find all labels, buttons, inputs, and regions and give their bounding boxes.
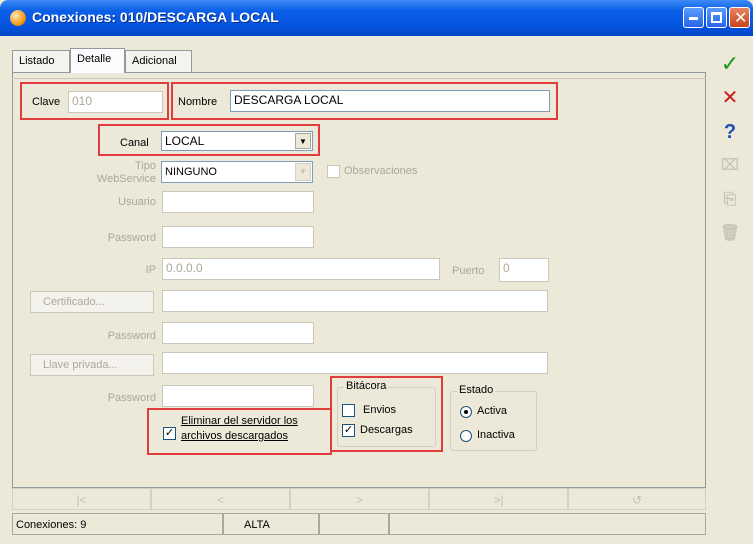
estado-group: Estado	[450, 384, 537, 451]
refresh-button[interactable]: ↺	[568, 488, 706, 510]
window: Conexiones: 010/DESCARGA LOCAL ✕ Listado…	[0, 0, 753, 544]
window-title: Conexiones: 010/DESCARGA LOCAL	[32, 9, 279, 25]
tab-listado[interactable]: Listado	[12, 50, 70, 72]
trash-icon[interactable]: 🗑	[716, 220, 744, 248]
tipo-ws-label-1: Tipo	[135, 160, 156, 172]
inactiva-label: Inactiva	[477, 429, 515, 441]
password1-field[interactable]	[162, 226, 314, 248]
bitacora-title: Bitácora	[344, 380, 389, 392]
close-icon: ✕	[734, 10, 748, 27]
status-count: Conexiones: 9	[12, 513, 223, 535]
maximize-button[interactable]	[706, 7, 727, 28]
status-panel-4	[389, 513, 706, 535]
puerto-field[interactable]: 0	[499, 258, 549, 282]
llave-privada-button[interactable]: Llave privada...	[30, 354, 154, 376]
minimize-icon	[689, 17, 698, 20]
prev-record-button[interactable]: <	[151, 488, 290, 510]
chevron-down-icon[interactable]: ▼	[295, 163, 311, 181]
canal-label: Canal	[120, 137, 149, 149]
bitacora-group: Bitácora	[337, 380, 436, 447]
tab-adicional[interactable]: Adicional	[125, 50, 192, 72]
eliminar-label-line-2: archivos descargados	[181, 430, 289, 442]
nombre-label: Nombre	[178, 96, 218, 108]
ip-field[interactable]: 0.0.0.0	[162, 258, 440, 280]
inactiva-radio[interactable]	[460, 430, 472, 442]
puerto-label: Puerto	[452, 265, 485, 277]
observaciones-label: Observaciones	[344, 165, 418, 177]
password2-field[interactable]	[162, 322, 314, 344]
delete-row-icon[interactable]: ⌧	[716, 152, 744, 180]
x-icon[interactable]: ✕	[716, 84, 744, 112]
tipo-ws-value: NINGUNO	[165, 166, 217, 178]
activa-radio[interactable]	[460, 406, 472, 418]
canal-select[interactable]: LOCAL ▼	[161, 131, 313, 151]
status-bar: Conexiones: 9 ALTA	[12, 513, 706, 535]
password3-field[interactable]	[162, 385, 314, 407]
check-icon[interactable]: ✓	[716, 50, 744, 78]
eliminar-checkbox[interactable]: ✓	[163, 427, 176, 440]
eliminar-label-line-1: Eliminar del servidor los	[181, 415, 298, 427]
app-icon	[10, 10, 26, 26]
chevron-down-icon[interactable]: ▼	[295, 133, 311, 149]
password1-label: Password	[107, 232, 156, 244]
navigation-bar: |< < > >| ↺	[12, 488, 706, 510]
next-record-button[interactable]: >	[290, 488, 429, 510]
usuario-field[interactable]	[162, 191, 314, 213]
envios-label: Envios	[363, 404, 397, 416]
estado-title: Estado	[457, 384, 496, 396]
envios-checkbox[interactable]	[342, 404, 355, 417]
ip-label: IP	[145, 264, 156, 276]
divider	[12, 78, 706, 79]
eliminar-label: Eliminar del servidor los archivos desca…	[181, 414, 298, 444]
usuario-label: Usuario	[118, 196, 156, 208]
nombre-field[interactable]: DESCARGA LOCAL	[230, 90, 550, 112]
last-record-button[interactable]: >|	[429, 488, 568, 510]
canal-value: LOCAL	[165, 134, 205, 148]
title-bar[interactable]: Conexiones: 010/DESCARGA LOCAL ✕	[0, 0, 753, 36]
certificado-button[interactable]: Certificado...	[30, 291, 154, 313]
tipo-ws-label-2: WebService	[96, 173, 156, 185]
tab-detalle[interactable]: Detalle	[70, 48, 125, 73]
activa-label: Activa	[477, 405, 507, 417]
first-record-button[interactable]: |<	[12, 488, 151, 510]
clave-label: Clave	[32, 96, 61, 108]
llave-privada-field[interactable]	[162, 352, 548, 374]
descargas-checkbox[interactable]: ✓	[342, 424, 355, 437]
copy-icon[interactable]: ⎘	[716, 186, 744, 214]
minimize-button[interactable]	[683, 7, 704, 28]
password2-label: Password	[107, 330, 156, 342]
observaciones-checkbox[interactable]	[327, 165, 340, 178]
close-button[interactable]: ✕	[729, 7, 750, 28]
maximize-icon	[711, 12, 722, 23]
descargas-label: Descargas	[360, 424, 413, 436]
question-icon[interactable]: ?	[716, 118, 744, 146]
clave-field[interactable]: 010	[68, 91, 163, 113]
password3-label: Password	[107, 392, 156, 404]
tipo-ws-select[interactable]: NINGUNO ▼	[161, 161, 313, 183]
status-panel-3	[319, 513, 389, 535]
certificado-field[interactable]	[162, 290, 548, 312]
status-mode: ALTA	[223, 513, 319, 535]
